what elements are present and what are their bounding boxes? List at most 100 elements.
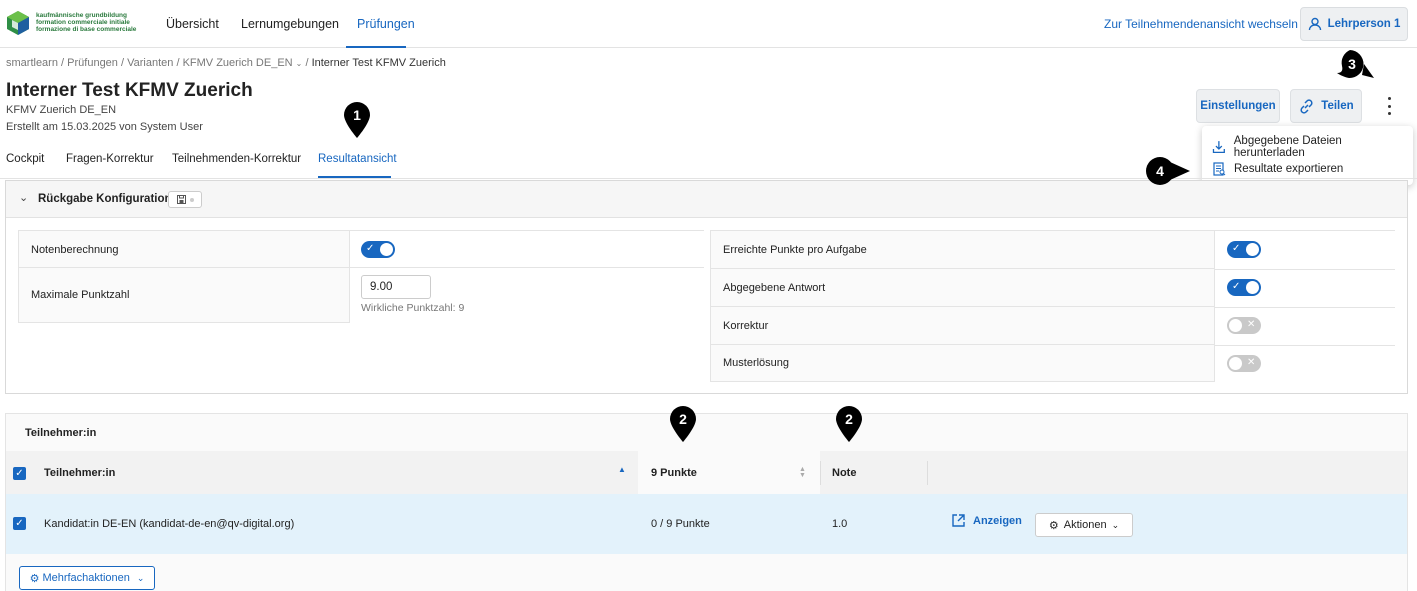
brand-logo[interactable] [6,10,30,36]
setting-label: Abgegebene Antwort [723,282,826,294]
close-icon: ✕ [1247,357,1256,368]
share-button-label: Teilen [1321,100,1354,112]
download-icon [1212,141,1225,154]
view-button[interactable]: Anzeigen [951,513,1022,528]
settings-button[interactable]: Einstellungen [1196,89,1280,123]
page-subtitle: KFMV Zuerich DE_EN [6,104,117,116]
chevron-down-icon[interactable]: ⌄ [19,191,28,204]
participant-points: 0 / 9 Punkte [651,518,710,530]
tab-participant-correction[interactable]: Teilnehmenden-Korrektur [172,153,301,165]
brand-logo-text: kaufmännische grundbildung formation com… [36,12,136,33]
tabs-divider [0,178,1417,179]
marker-label: 1 [353,107,361,123]
result-visibility-table: Erreichte Punkte pro Aufgabe Abgegebene … [710,230,1395,382]
chevron-down-icon[interactable]: ⌄ [296,59,303,68]
sort-icon[interactable]: ▲ ▼ [799,466,806,479]
close-icon: ✕ [1247,319,1256,330]
link-icon [1300,98,1313,114]
user-icon [1308,17,1321,31]
top-navigation: kaufmännische grundbildung formation com… [0,0,1417,48]
check-icon: ✓ [366,243,375,254]
participant-name: Kandidat:in DE-EN (kandidat-de-en@qv-dig… [44,518,295,530]
annotation-marker: 3 [1337,50,1374,79]
nav-item-learning-environments[interactable]: Lernumgebungen [241,17,339,31]
more-options-icon[interactable] [1379,95,1399,117]
menu-item-label: Resultate exportieren [1234,163,1344,175]
column-separator [820,461,821,485]
logo-line: kaufmännische grundbildung [36,12,128,19]
gear-icon: ⚙ [1048,519,1059,532]
actual-points-hint: Wirkliche Punktzahl: 9 [361,302,465,314]
menu-item-download-files[interactable]: Abgegebene Dateien herunterladen [1212,135,1413,159]
row-checkbox[interactable]: ✓ [13,517,26,530]
marker-label: 2 [679,411,687,427]
breadcrumb: smartlearn / Prüfungen / Varianten / KFM… [6,57,446,69]
bulk-actions-button[interactable]: ⚙ Mehrfachaktionen ⌄ [19,566,155,590]
annotation-marker: 2 [670,406,696,442]
section-title: Teilnehmer:in [25,427,97,439]
marker-label: 3 [1348,56,1356,72]
created-info: Erstellt am 15.03.2025 von System User [6,121,203,133]
setting-label: Musterlösung [723,357,790,369]
annotation-marker: 1 [344,102,370,138]
annotation-marker: 2 [836,406,862,442]
setting-label: Notenberechnung [31,244,119,256]
breadcrumb-item[interactable]: Prüfungen [67,57,118,69]
select-all-checkbox[interactable]: ✓ [13,467,26,480]
user-menu-button[interactable]: Lehrperson 1 [1300,7,1408,41]
submitted-answer-toggle[interactable]: ✓ [1227,279,1261,296]
export-document-icon [1213,162,1226,176]
column-header-points[interactable]: 9 Punkte [651,467,697,479]
actions-dropdown[interactable]: ⚙ Aktionen ⌄ [1035,513,1133,537]
points-per-task-toggle[interactable]: ✓ [1227,241,1261,258]
sort-ascending-icon[interactable]: ▲ [618,465,626,474]
breadcrumb-item[interactable]: Varianten [127,57,173,69]
switch-to-participant-view-link[interactable]: Zur Teilnehmendenansicht wechseln [1104,17,1298,31]
check-icon: ✓ [1232,281,1241,292]
correction-toggle[interactable]: ✕ [1227,317,1261,334]
save-icon[interactable] [168,191,202,208]
participant-grade: 1.0 [832,518,848,530]
max-points-input[interactable]: 9.00 [361,275,431,299]
chevron-down-icon: ⌄ [1111,519,1120,530]
participants-section: Teilnehmer:in ✓ Teilnehmer:in ▲ 9 Punkte… [5,413,1408,591]
user-name: Lehrperson 1 [1327,18,1401,30]
menu-item-label: Abgegebene Dateien herunterladen [1233,135,1342,159]
share-button[interactable]: Teilen [1290,89,1362,123]
setting-label: Erreichte Punkte pro Aufgabe [723,244,867,256]
table-row[interactable]: ✓ Kandidat:in DE-EN (kandidat-de-en@qv-d… [6,494,1407,554]
marker-label: 4 [1156,163,1164,179]
chevron-down-icon: ⌄ [136,572,145,583]
breadcrumb-item[interactable]: KFMV Zuerich DE_EN [183,57,293,69]
tab-cockpit[interactable]: Cockpit [6,153,44,165]
view-button-label: Anzeigen [973,514,1022,527]
more-options-menu: Abgegebene Dateien herunterladen Resulta… [1202,126,1413,185]
breadcrumb-item[interactable]: smartlearn [6,57,58,69]
check-icon: ✓ [1232,243,1241,254]
logo-line: formation commerciale initiale [36,19,130,26]
nav-item-overview[interactable]: Übersicht [166,17,219,31]
nav-active-indicator [346,46,406,48]
annotation-marker: 4 [1146,157,1190,185]
panel-header[interactable]: ⌄ Rückgabe Konfiguration [6,181,1407,218]
column-header-grade[interactable]: Note [832,467,856,479]
column-separator [927,461,928,485]
grade-calculation-toggle[interactable]: ✓ [361,241,395,258]
bulk-actions-label: Mehrfachaktionen [42,572,130,584]
nav-item-exams[interactable]: Prüfungen [357,17,415,31]
setting-label: Maximale Punktzahl [31,289,130,301]
tab-results-view[interactable]: Resultatansicht [318,153,397,165]
tab-question-correction[interactable]: Fragen-Korrektur [66,153,154,165]
actions-label: Aktionen [1063,519,1107,531]
external-link-icon [952,514,965,527]
sample-solution-toggle[interactable]: ✕ [1227,355,1261,372]
panel-title: Rückgabe Konfiguration [38,193,172,205]
marker-label: 2 [845,411,853,427]
breadcrumb-current: Interner Test KFMV Zuerich [311,57,446,69]
gear-icon: ⚙ [29,572,40,585]
page-title: Interner Test KFMV Zuerich [6,80,253,101]
column-header-participant[interactable]: Teilnehmer:in [44,467,115,479]
setting-label: Korrektur [723,320,769,332]
menu-item-export-results[interactable]: Resultate exportieren [1212,162,1343,176]
logo-line: formazione di base commerciale [36,26,137,33]
